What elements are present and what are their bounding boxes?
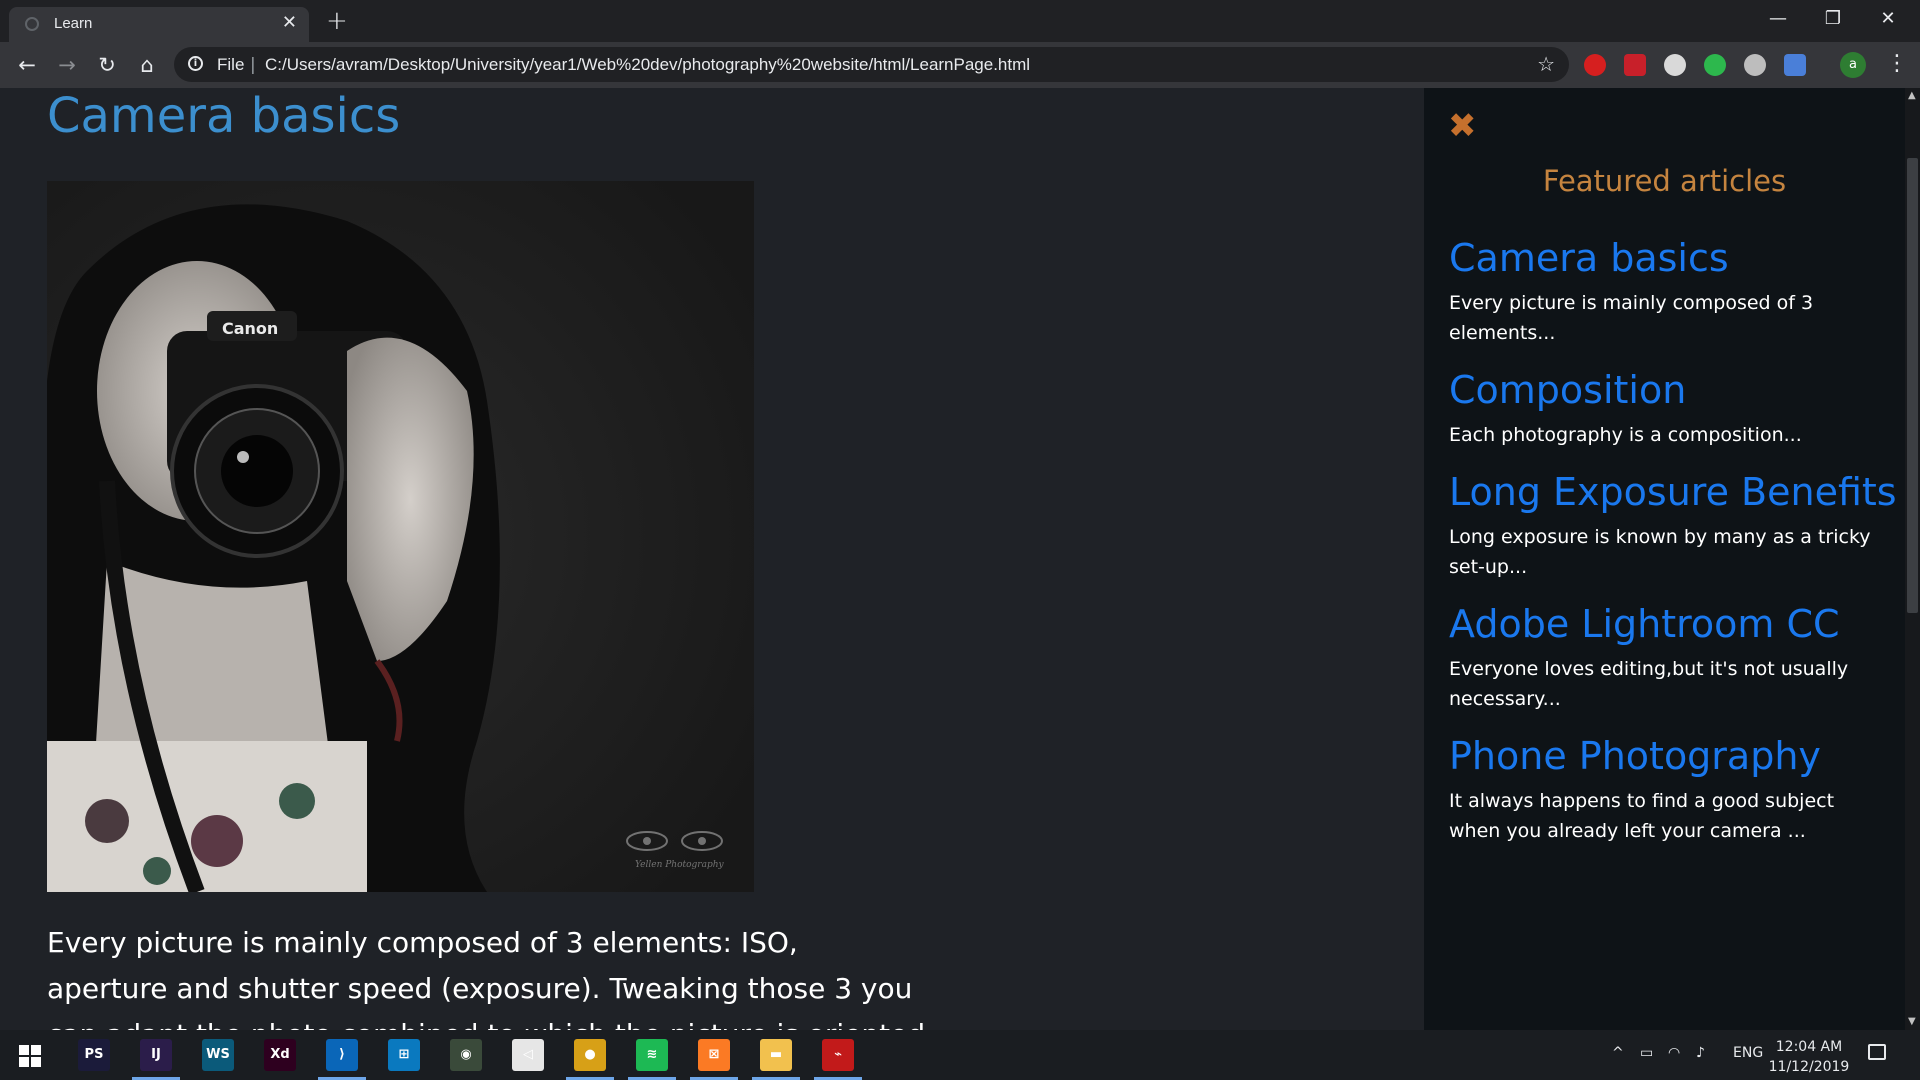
featured-article-link-composition[interactable]: Composition: [1449, 366, 1889, 414]
chrome-icon[interactable]: ●: [574, 1039, 606, 1071]
system-clock[interactable]: 12:04 AM 11/12/2019: [1764, 1037, 1854, 1077]
featured-article-description: Everyone loves editing,but it's not usua…: [1449, 658, 1849, 710]
volume-icon[interactable]: ♪: [1696, 1045, 1705, 1061]
featured-article-link-phone-photography[interactable]: Phone Photography: [1449, 732, 1889, 780]
browser-menu-icon[interactable]: ⋮: [1886, 50, 1908, 78]
featured-article-link-camera-basics[interactable]: Camera basics: [1449, 234, 1889, 282]
browser-tab-bar: Learn ✕ + — ❐ ✕: [0, 0, 1920, 42]
page-viewport: Camera basics Canon Yellen Photography E…: [0, 88, 1905, 1030]
tab-close-icon[interactable]: ✕: [282, 12, 297, 33]
restore-button[interactable]: ❐: [1806, 0, 1860, 38]
profile-avatar[interactable]: a: [1840, 52, 1866, 78]
vscode-icon[interactable]: ⟩: [326, 1039, 358, 1071]
hero-image: Canon Yellen Photography: [47, 181, 754, 892]
tab-title: Learn: [54, 15, 93, 32]
spotify-icon[interactable]: ≋: [636, 1039, 668, 1071]
windows-taskbar: PS IJ WS Xd ⟩ ⊞ ◉ ◁ ● ≋ ⊠ ▬ ⌁ ^ ▭ ◠ ♪ ENG 12:04 AM 1…: [0, 1030, 1920, 1080]
featured-article-description: Each photography is a composition...: [1449, 424, 1802, 446]
address-separator: |: [250, 55, 256, 75]
tray-overflow-chevron-icon[interactable]: ^: [1612, 1045, 1624, 1061]
browser-tab[interactable]: Learn ✕: [9, 7, 309, 42]
close-sidebar-icon[interactable]: ✖: [1448, 106, 1477, 146]
new-tab-button[interactable]: +: [326, 6, 348, 36]
wifi-icon[interactable]: ◠: [1668, 1045, 1680, 1061]
featured-article-description: Every picture is mainly composed of 3 el…: [1449, 292, 1814, 344]
window-close-button[interactable]: ✕: [1861, 0, 1915, 38]
acrobat-icon[interactable]: ⌁: [822, 1039, 854, 1071]
webstorm-icon[interactable]: WS: [202, 1039, 234, 1071]
featured-articles-list: Camera basics Every picture is mainly co…: [1449, 234, 1897, 864]
featured-article-item: Long Exposure Benefits Long exposure is …: [1449, 468, 1897, 582]
featured-article-description: Long exposure is known by many as a tric…: [1449, 526, 1871, 578]
featured-article-link-lightroom[interactable]: Adobe Lightroom CC: [1449, 600, 1889, 648]
browser-toolbar: ← → ↻ ⌂ i File | C:/Users/avram/Desktop/…: [0, 42, 1920, 88]
battery-icon[interactable]: ▭: [1640, 1045, 1653, 1061]
extension-circle-icon[interactable]: [1664, 54, 1686, 76]
address-url[interactable]: C:/Users/avram/Desktop/University/year1/…: [265, 55, 1030, 75]
extension-adblock-icon[interactable]: [1584, 54, 1606, 76]
intellij-icon[interactable]: IJ: [140, 1039, 172, 1071]
clock-date: 11/12/2019: [1768, 1059, 1850, 1075]
article-intro-text: Every picture is mainly composed of 3 el…: [47, 926, 925, 1030]
clock-time: 12:04 AM: [1775, 1039, 1843, 1055]
featured-article-link-long-exposure[interactable]: Long Exposure Benefits: [1449, 468, 1897, 516]
scroll-down-arrow-icon[interactable]: ▼: [1908, 1016, 1916, 1027]
extension-lastpass-icon[interactable]: [1624, 54, 1646, 76]
extension-google-translate-icon[interactable]: [1784, 54, 1806, 76]
extension-evernote-icon[interactable]: [1704, 54, 1726, 76]
featured-article-item: Composition Each photography is a compos…: [1449, 366, 1889, 450]
action-center-icon[interactable]: [1868, 1044, 1886, 1060]
featured-article-item: Adobe Lightroom CC Everyone loves editin…: [1449, 600, 1889, 714]
address-bar[interactable]: i File | C:/Users/avram/Desktop/Universi…: [174, 47, 1569, 82]
site-info-icon[interactable]: i: [188, 56, 203, 71]
sidebar-heading: Featured articles: [1542, 164, 1787, 198]
woman-with-camera-photo: Canon Yellen Photography: [47, 181, 754, 892]
extension-settings-gear-icon[interactable]: [1744, 54, 1766, 76]
page-title: Camera basics: [47, 88, 401, 144]
bookmark-star-icon[interactable]: ☆: [1537, 52, 1555, 76]
file-explorer-icon[interactable]: ▬: [760, 1039, 792, 1071]
reload-button[interactable]: ↻: [92, 50, 122, 80]
featured-article-item: Phone Photography It always happens to f…: [1449, 732, 1889, 846]
language-indicator[interactable]: ENG: [1733, 1045, 1763, 1061]
photoshop-icon[interactable]: PS: [78, 1039, 110, 1071]
scrollbar-thumb[interactable]: [1907, 158, 1918, 613]
scroll-up-arrow-icon[interactable]: ▲: [1908, 90, 1916, 101]
back-button[interactable]: ←: [12, 50, 42, 80]
minimize-button[interactable]: —: [1751, 0, 1805, 38]
unity-icon[interactable]: ◁: [512, 1039, 544, 1071]
page-favicon-icon: [25, 17, 39, 31]
page-scrollbar[interactable]: ▲ ▼: [1905, 88, 1920, 1030]
featured-articles-sidebar: ✖ Featured articles Camera basics Every …: [1424, 88, 1905, 1030]
android-studio-icon[interactable]: ◉: [450, 1039, 482, 1071]
featured-article-item: Camera basics Every picture is mainly co…: [1449, 234, 1889, 348]
featured-article-description: It always happens to find a good subject…: [1449, 790, 1835, 842]
svg-text:Yellen Photography: Yellen Photography: [635, 860, 725, 870]
address-scheme: File: [217, 55, 245, 74]
svg-text:Canon: Canon: [222, 319, 278, 338]
adobe-xd-icon[interactable]: Xd: [264, 1039, 296, 1071]
home-button[interactable]: ⌂: [132, 50, 162, 80]
windows-start-icon[interactable]: [19, 1045, 41, 1067]
trello-icon[interactable]: ⊞: [388, 1039, 420, 1071]
forward-button[interactable]: →: [52, 50, 82, 80]
xampp-icon[interactable]: ⊠: [698, 1039, 730, 1071]
